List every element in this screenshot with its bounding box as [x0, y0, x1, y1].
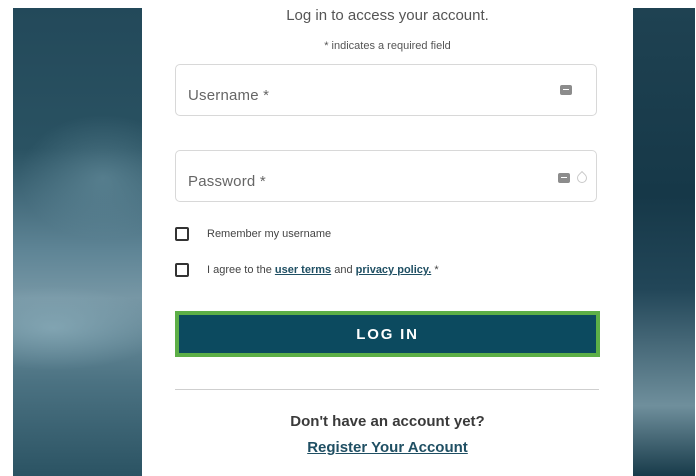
- username-label: Username *: [188, 87, 270, 104]
- agree-terms-label[interactable]: I agree to the user terms and privacy po…: [207, 264, 439, 276]
- username-field[interactable]: Username *: [175, 64, 597, 116]
- password-manager-key-icon[interactable]: [560, 85, 572, 95]
- register-account-link[interactable]: Register Your Account: [142, 439, 633, 456]
- privacy-policy-link[interactable]: privacy policy.: [356, 264, 432, 276]
- agree-and-text: and: [334, 264, 353, 276]
- password-field[interactable]: Password *: [175, 150, 597, 202]
- remember-username-row: Remember my username: [175, 225, 331, 243]
- no-account-text: Don't have an account yet?: [290, 413, 485, 430]
- agree-terms-row: I agree to the user terms and privacy po…: [175, 261, 439, 279]
- login-heading: Log in to access your account.: [286, 8, 489, 24]
- page-background: Log in to access your account. * indicat…: [13, 8, 695, 476]
- agree-terms-checkbox[interactable]: [175, 263, 189, 277]
- user-terms-link[interactable]: user terms: [275, 264, 331, 276]
- show-password-eye-icon[interactable]: [574, 170, 590, 186]
- required-field-note: * indicates a required field: [324, 40, 451, 52]
- background-left-panel: [13, 8, 153, 476]
- agree-prefix-text: I agree to the: [207, 264, 272, 276]
- password-manager-key-icon[interactable]: [558, 173, 570, 183]
- remember-username-checkbox[interactable]: [175, 227, 189, 241]
- divider: [175, 389, 599, 390]
- log-in-button[interactable]: LOG IN: [175, 311, 600, 357]
- required-asterisk: *: [434, 264, 439, 276]
- password-label: Password *: [188, 173, 266, 190]
- remember-username-label[interactable]: Remember my username: [207, 228, 331, 240]
- login-card: Log in to access your account. * indicat…: [142, 8, 633, 476]
